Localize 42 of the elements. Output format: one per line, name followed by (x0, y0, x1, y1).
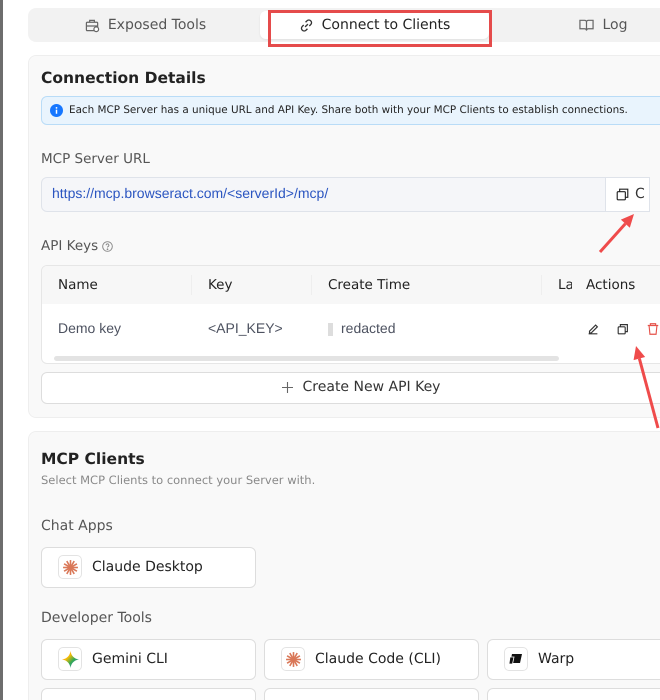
annotation-arrow (598, 214, 634, 253)
tab[interactable]: Log (489, 11, 660, 39)
column-header: Name (42, 274, 192, 295)
section-subtitle: Select MCP Clients to connect your Server with. (41, 472, 316, 490)
claude-logo-icon (58, 555, 82, 580)
warp-logo-icon (504, 647, 528, 672)
group-title: Developer Tools (41, 608, 153, 628)
toolbox-icon (84, 18, 100, 32)
sparkle-icon (58, 647, 82, 672)
table-cell-text: <API_KEY> (207, 319, 284, 338)
client-button[interactable]: Claude Desktop (41, 546, 256, 588)
book-icon (579, 18, 594, 32)
table-cell: redacted (341, 320, 396, 336)
column-header: Key (192, 274, 312, 295)
plus-icon (282, 382, 293, 394)
field-label: API Keys (41, 237, 98, 256)
column-header: Actions (585, 276, 636, 295)
client-button[interactable]: Claude Code (CLI) (264, 638, 479, 680)
copy-icon (616, 188, 629, 202)
tab[interactable]: Connect to Clients (260, 11, 489, 39)
delete-icon[interactable] (646, 322, 660, 336)
table-cell-text: Demo key (57, 319, 122, 338)
copy-button[interactable]: C (606, 177, 650, 212)
copy-icon[interactable] (616, 322, 630, 336)
edit-icon[interactable] (586, 322, 600, 336)
url-field[interactable]: https://mcp.browseract.com/<serverId>/mcp/ (41, 177, 606, 212)
column-header: Create Time (312, 274, 542, 295)
client-button[interactable]: Gemini CLI (41, 638, 256, 680)
tab[interactable]: Exposed Tools (31, 11, 260, 39)
link-icon (298, 18, 314, 32)
info-icon (50, 104, 63, 117)
group-title: Chat Apps (41, 516, 114, 536)
field-label: MCP Server URL (41, 150, 151, 170)
scrollbar[interactable] (54, 356, 559, 361)
section-title: MCP Clients (41, 450, 146, 468)
info-text: Each MCP Server has a unique URL and API Key. Share both with your MCP Clients to establish connections. (69, 102, 628, 118)
create-key-button[interactable]: Create New API Key (41, 372, 660, 404)
help-icon (102, 241, 114, 252)
section-title: Connection Details (41, 69, 207, 88)
client-button[interactable]: Warp (487, 638, 660, 680)
claude-logo-icon (281, 647, 305, 672)
redaction-mark (328, 323, 333, 336)
